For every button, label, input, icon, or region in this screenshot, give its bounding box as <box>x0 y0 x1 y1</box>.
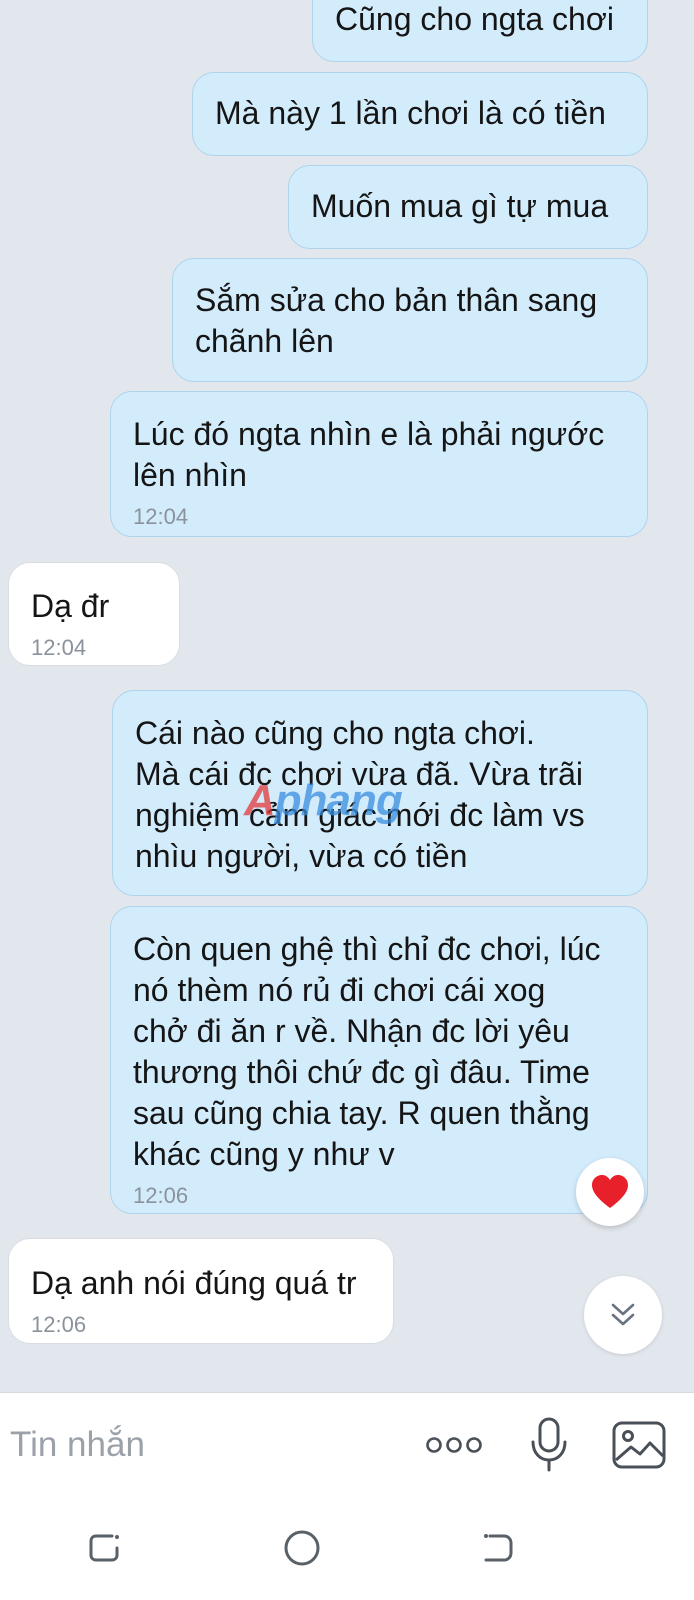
recent-apps-icon <box>89 1534 119 1562</box>
message-text: Muốn mua gì tự mua <box>311 188 609 224</box>
recents-button[interactable] <box>82 1526 126 1570</box>
message-text: thương thôi chứ đc gì đâu. Time <box>133 1054 590 1090</box>
message-bubble-sent[interactable]: Cũng cho ngta chơi <box>312 0 648 62</box>
heart-reaction-button[interactable] <box>576 1158 644 1226</box>
watermark-part: phang <box>274 776 403 825</box>
message-text: nó thèm nó rủ đi chơi cái xog <box>133 972 546 1008</box>
voice-message-button[interactable] <box>526 1413 572 1477</box>
message-bubble-received[interactable]: Dạ anh nói đúng quá tr 12:06 <box>8 1238 394 1344</box>
heart-icon <box>592 1175 628 1208</box>
message-bubble-sent[interactable]: Còn quen ghệ thì chỉ đc chơi, lúc nó thè… <box>110 906 648 1214</box>
message-bubble-sent[interactable]: Sắm sửa cho bản thân sang chãnh lên <box>172 258 648 382</box>
gallery-button[interactable] <box>610 1417 668 1473</box>
system-navigation-bar <box>0 1496 694 1600</box>
image-gallery-icon <box>612 1421 666 1469</box>
message-text: Cái nào cũng cho ngta chơi. <box>135 715 535 751</box>
message-text: sau cũng chia tay. R quen thằng <box>133 1095 590 1131</box>
back-icon <box>484 1534 513 1562</box>
microphone-icon <box>531 1417 567 1472</box>
chevron-double-down-icon <box>611 1303 635 1326</box>
message-timestamp: 12:04 <box>31 635 87 660</box>
message-text: lên nhìn <box>133 457 247 493</box>
home-button[interactable] <box>280 1526 324 1570</box>
message-text: Mà này 1 lần chơi là có tiền <box>215 95 606 131</box>
chat-area[interactable]: Cũng cho ngta chơi Mà này 1 lần chơi là … <box>0 0 694 1392</box>
message-text: chãnh lên <box>195 323 334 359</box>
scroll-to-bottom-button[interactable] <box>584 1276 662 1354</box>
message-bubble-received[interactable]: Dạ đr 12:04 <box>8 562 180 666</box>
message-timestamp: 12:06 <box>133 1183 189 1208</box>
message-text: chở đi ăn r về. Nhận đc lời yêu <box>133 1013 570 1049</box>
more-options-button[interactable] <box>424 1423 484 1467</box>
message-bubble-sent[interactable]: Muốn mua gì tự mua <box>288 165 648 249</box>
message-input[interactable] <box>10 1417 390 1473</box>
message-composer <box>0 1392 694 1496</box>
message-text: Còn quen ghệ thì chỉ đc chơi, lúc <box>133 931 601 967</box>
message-text: Dạ anh nói đúng quá tr <box>31 1265 357 1301</box>
message-text: Cũng cho ngta chơi <box>335 1 614 37</box>
message-text: Sắm sửa cho bản thân sang <box>195 282 598 318</box>
message-text: khác cũng y như v <box>133 1136 395 1172</box>
watermark-part: A <box>244 776 276 825</box>
message-text: Dạ đr <box>31 588 110 624</box>
message-timestamp: 12:06 <box>31 1312 87 1337</box>
watermark-logo: Aphang <box>244 776 403 826</box>
message-timestamp: 12:04 <box>133 504 189 529</box>
more-dots-icon <box>426 1437 482 1453</box>
message-bubble-sent[interactable]: Mà này 1 lần chơi là có tiền <box>192 72 648 156</box>
message-text: Lúc đó ngta nhìn e là phải ngước <box>133 416 605 452</box>
message-bubble-sent[interactable]: Lúc đó ngta nhìn e là phải ngước lên nhì… <box>110 391 648 537</box>
home-circle-icon <box>284 1530 320 1566</box>
message-text: nhìu người, vừa có tiền <box>135 838 468 874</box>
back-button[interactable] <box>476 1526 520 1570</box>
